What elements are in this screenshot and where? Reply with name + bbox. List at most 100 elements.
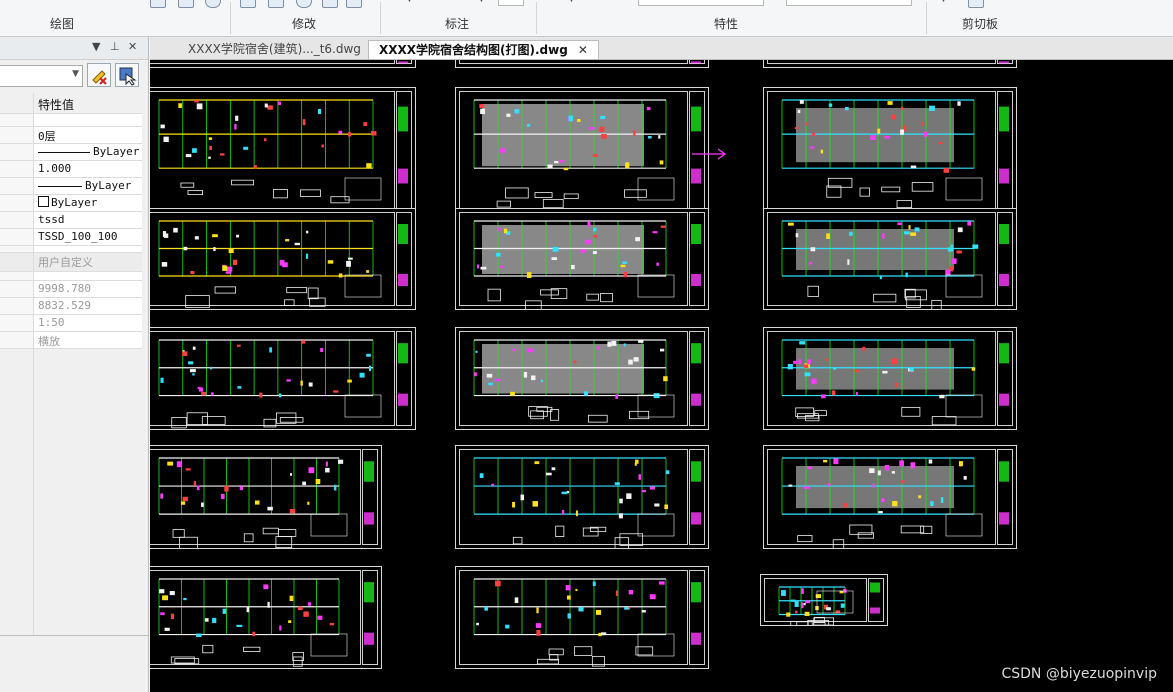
title-block-mark [398, 168, 408, 184]
detail-block [530, 410, 544, 420]
drawing-sheet[interactable] [150, 327, 416, 430]
property-row-plotstyle-table[interactable]: TSSD_100_100 [0, 229, 142, 246]
pin-icon[interactable]: ⊥ [110, 40, 120, 53]
property-section-ucs[interactable]: 用户自定义 [0, 253, 142, 272]
drawing-sheet[interactable] [763, 87, 1017, 213]
ribbon-move-icon[interactable] [240, 0, 256, 8]
drawing-sheet[interactable] [763, 445, 1017, 549]
annotation-mark [788, 484, 793, 487]
annotation-mark [536, 629, 541, 636]
toggle-pickadd-icon[interactable] [87, 63, 111, 87]
annotation-mark [854, 369, 859, 373]
ribbon-dropdown-icon[interactable]: ▼ [940, 0, 947, 4]
ribbon-dim-field[interactable] [498, 0, 524, 6]
drawing-canvas[interactable]: CSDN @biyezuopinvip [150, 60, 1173, 692]
ribbon-dropdown-icon[interactable]: ▼ [568, 0, 575, 4]
property-row-orientation[interactable]: 横放 [0, 332, 142, 349]
annotation-mark [957, 101, 961, 106]
annotation-mark [277, 101, 281, 106]
annotation-mark [787, 363, 793, 370]
annotation-mark [641, 490, 647, 493]
ribbon-offset-icon[interactable] [296, 0, 312, 8]
annotation-mark [845, 106, 849, 111]
close-icon[interactable]: ✕ [128, 40, 137, 53]
notes-block [637, 394, 675, 418]
drawing-sheet[interactable] [150, 60, 416, 68]
drawing-sheet[interactable] [150, 566, 382, 669]
drawing-sheet[interactable] [455, 566, 709, 669]
drawing-sheet[interactable] [150, 208, 416, 310]
annotation-mark [628, 590, 634, 595]
annotation-mark [596, 346, 600, 349]
annotation-mark [879, 275, 882, 280]
ribbon-circle-icon[interactable] [205, 0, 221, 8]
detail-block [202, 644, 214, 654]
drawing-sheet[interactable] [760, 574, 888, 626]
annotation-mark [269, 347, 272, 353]
drawing-sheet[interactable] [455, 445, 709, 549]
annotation-mark [945, 269, 951, 275]
annotation-mark [224, 485, 229, 492]
property-row-transparency[interactable]: ByLayer [0, 195, 142, 212]
ribbon-dropdown-icon[interactable]: ▼ [478, 0, 485, 4]
property-row-view-y[interactable]: 8832.529 [0, 298, 142, 315]
title-block-mark [398, 274, 408, 286]
property-row-linetype-scale[interactable]: 1.000 [0, 161, 142, 178]
drawing-sheet[interactable] [455, 60, 709, 68]
ribbon-erase-icon[interactable] [346, 0, 362, 8]
annotation-mark [804, 364, 809, 368]
annotation-mark [592, 581, 596, 586]
ribbon-draw-tool-icon[interactable] [150, 0, 166, 8]
panel-menu-icon[interactable]: ▼ [92, 40, 100, 53]
property-row[interactable] [0, 114, 142, 127]
tab-structure-dwg[interactable]: XXXX学院宿舍结构图(打图).dwg ✕ [368, 40, 599, 59]
notes-block [637, 633, 675, 657]
notes-block [816, 590, 854, 614]
drawing-sheet[interactable] [150, 87, 416, 213]
ribbon-copy-icon[interactable] [178, 0, 194, 8]
property-row-scale[interactable]: 1:50 [0, 315, 142, 332]
annotation-mark [228, 248, 234, 254]
annotation-mark [828, 103, 833, 107]
property-row-layer[interactable]: 0层 [0, 127, 142, 144]
annotation-mark [333, 390, 339, 393]
linetype-scale-value: 1.000 [38, 162, 72, 175]
annotation-mark [213, 247, 216, 252]
drawing-sheet[interactable] [455, 208, 709, 310]
checkbox-icon [38, 196, 49, 207]
annotation-mark [308, 467, 315, 474]
detail-block [243, 533, 254, 543]
annotation-mark [193, 481, 197, 486]
object-type-select[interactable]: ▼ [0, 65, 83, 87]
detail-block [275, 536, 293, 548]
property-row-linetype[interactable]: ByLayer [0, 144, 142, 161]
annotation-mark [263, 138, 267, 142]
annotation-mark [160, 124, 165, 129]
annotation-mark [264, 103, 268, 108]
drawing-sheet[interactable] [763, 327, 1017, 430]
annotation-mark [239, 486, 243, 491]
ribbon-color-select[interactable] [638, 0, 764, 6]
drawing-sheet[interactable] [763, 60, 1017, 68]
property-row-plotstyle[interactable]: tssd [0, 212, 142, 229]
ribbon-mirror-icon[interactable] [322, 0, 338, 8]
ribbon-dropdown-icon[interactable]: ▼ [406, 0, 413, 4]
annotation-mark [563, 167, 569, 171]
ribbon-rotate-icon[interactable] [268, 0, 284, 8]
property-row-view-x[interactable]: 9998.780 [0, 281, 142, 298]
drawing-sheet[interactable] [455, 327, 709, 430]
annotation-mark [176, 461, 182, 468]
annotation-mark [589, 126, 595, 130]
drawing-sheet[interactable] [455, 87, 709, 213]
sheet-linework [691, 61, 701, 64]
property-row-lineweight[interactable]: ByLayer [0, 178, 142, 195]
ribbon-linetype-select[interactable] [786, 0, 912, 6]
drawing-sheet[interactable] [763, 208, 1017, 310]
close-icon[interactable]: ✕ [578, 43, 588, 57]
select-objects-icon[interactable] [115, 63, 139, 87]
annotation-mark [620, 264, 626, 268]
annotation-mark [259, 392, 263, 398]
drawing-sheet[interactable] [150, 445, 382, 549]
ribbon-match-properties-icon[interactable] [968, 0, 984, 8]
tab-architecture-dwg[interactable]: XXXX学院宿舍(建筑)..._t6.dwg [178, 40, 371, 58]
